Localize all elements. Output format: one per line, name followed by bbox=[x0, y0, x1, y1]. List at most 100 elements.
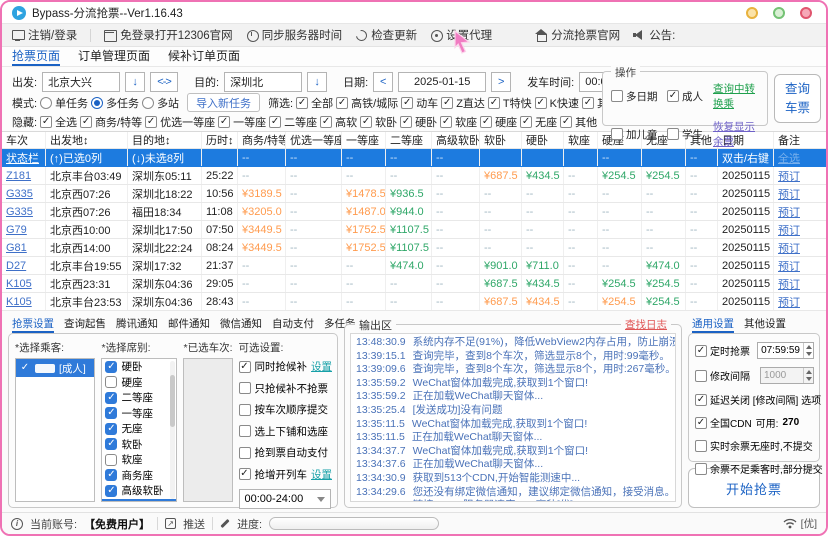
table-row[interactable]: K105北京丰台23:53深圳东04:3628:43----------¥687… bbox=[2, 293, 826, 311]
seat-class-item[interactable]: 一等座 bbox=[102, 406, 176, 422]
minimize-button[interactable] bbox=[746, 7, 758, 19]
hide-column-checkbox[interactable]: 一等座 bbox=[218, 114, 266, 130]
transfer-query-link[interactable]: 查询中转换乘 bbox=[713, 81, 761, 111]
seat-class-item[interactable]: 软座 bbox=[102, 452, 176, 468]
hide-column-checkbox[interactable]: 优选一等座 bbox=[145, 114, 215, 130]
scrollbar[interactable] bbox=[170, 361, 175, 499]
column-header[interactable]: 备注 bbox=[774, 132, 826, 148]
student-checkbox[interactable]: 学生 bbox=[667, 127, 713, 142]
from-input[interactable]: 北京大兴 bbox=[42, 72, 120, 92]
grab-option-checkbox[interactable]: 抢增开列车 设置 bbox=[239, 467, 333, 482]
grab-option-checkbox[interactable]: 按车次顺序提交 bbox=[239, 402, 333, 417]
seat-class-item[interactable]: 硬座 bbox=[102, 375, 176, 391]
date-input[interactable]: 2025-01-15 bbox=[398, 72, 486, 92]
settings-tab[interactable]: 其他设置 bbox=[744, 316, 786, 333]
page-tab[interactable]: 候补订单页面 bbox=[168, 47, 240, 66]
table-row[interactable]: G81北京西14:00深圳北22:2408:24¥3449.5--¥1752.5… bbox=[2, 239, 826, 257]
option-settings-link[interactable]: 设置 bbox=[311, 359, 332, 374]
seat-class-item[interactable]: 高级软卧 bbox=[102, 483, 176, 499]
hide-column-checkbox[interactable]: 高软 bbox=[320, 114, 357, 130]
table-row[interactable]: Z181北京丰台03:49深圳东05:1125:22----------¥687… bbox=[2, 167, 826, 185]
hide-column-checkbox[interactable]: 硬座 bbox=[480, 114, 517, 130]
find-log-link[interactable]: 查找日志 bbox=[621, 317, 671, 332]
seat-class-listbox[interactable]: 硬卧 硬座 二等座 bbox=[101, 358, 177, 502]
interval-spinner[interactable]: 1000 bbox=[760, 367, 814, 384]
menu-item[interactable]: 公告: bbox=[633, 27, 675, 43]
settings-tab[interactable]: 微信通知 bbox=[220, 316, 262, 333]
settings-tab[interactable]: 邮件通知 bbox=[168, 316, 210, 333]
adult-checkbox[interactable]: 成人 bbox=[667, 89, 713, 104]
multi-date-checkbox[interactable]: 多日期 bbox=[611, 89, 667, 104]
child-checkbox[interactable]: 加儿童 bbox=[611, 127, 667, 142]
timed-grab-checkbox[interactable]: 定时抢票 bbox=[695, 343, 750, 358]
menu-item[interactable]: 免登录打开12306官网 bbox=[104, 27, 232, 43]
mode-radio[interactable]: 单任务 bbox=[40, 95, 88, 111]
timed-grab-spinner[interactable]: 07:59:59 bbox=[757, 342, 814, 359]
settings-tab[interactable]: 腾讯通知 bbox=[116, 316, 158, 333]
column-header[interactable]: 二等座 bbox=[386, 132, 432, 148]
table-row[interactable]: G79北京西10:00深圳北17:5007:50¥3449.5--¥1752.5… bbox=[2, 221, 826, 239]
mode-radio[interactable]: 多任务 bbox=[91, 95, 139, 111]
swap-stations-button[interactable]: <-> bbox=[150, 72, 178, 92]
menu-item[interactable]: 同步服务器时间 bbox=[246, 27, 343, 43]
menu-item[interactable]: 分流抢票官网 bbox=[535, 27, 620, 43]
hide-column-checkbox[interactable]: 商务/特等 bbox=[80, 114, 142, 130]
hide-column-checkbox[interactable]: 软卧 bbox=[360, 114, 397, 130]
from-dropdown-button[interactable]: ↓ bbox=[125, 72, 145, 92]
train-type-checkbox[interactable]: 高铁/城际 bbox=[336, 95, 398, 111]
column-header[interactable]: 高级软卧 bbox=[432, 132, 480, 148]
column-header[interactable]: 硬卧 bbox=[522, 132, 564, 148]
to-dropdown-button[interactable]: ↓ bbox=[307, 72, 327, 92]
column-header[interactable]: 优选一等座 bbox=[286, 132, 342, 148]
push-label[interactable]: 推送 bbox=[183, 516, 205, 532]
maximize-button[interactable] bbox=[773, 7, 785, 19]
column-header[interactable]: 车次 bbox=[2, 132, 46, 148]
seat-class-item[interactable]: 软卧 bbox=[102, 437, 176, 453]
settings-tab[interactable]: 抢票设置 bbox=[12, 316, 54, 333]
train-type-checkbox[interactable]: 全部 bbox=[296, 95, 333, 111]
hide-column-checkbox[interactable]: 硬卧 bbox=[400, 114, 437, 130]
column-header[interactable]: 出发地↕ bbox=[46, 132, 128, 148]
menu-item[interactable]: 注销/登录 bbox=[12, 27, 77, 43]
date-prev-button[interactable]: < bbox=[373, 72, 393, 92]
column-header[interactable]: 一等座 bbox=[342, 132, 386, 148]
column-header[interactable]: 商务/特等 bbox=[238, 132, 286, 148]
seat-class-item[interactable]: 商务座 bbox=[102, 468, 176, 484]
hide-column-checkbox[interactable]: 无座 bbox=[520, 114, 557, 130]
settings-tab[interactable]: 通用设置 bbox=[692, 316, 734, 333]
table-row[interactable]: D27北京丰台19:55深圳17:3221:37------¥474.0--¥9… bbox=[2, 257, 826, 275]
import-task-button[interactable]: 导入新任务 bbox=[187, 93, 260, 112]
train-type-checkbox[interactable]: K快速 bbox=[535, 95, 579, 111]
seat-class-item[interactable]: 优选一等座 bbox=[102, 499, 176, 503]
hide-column-checkbox[interactable]: 二等座 bbox=[269, 114, 317, 130]
column-header[interactable]: 历时↕ bbox=[202, 132, 238, 148]
table-row[interactable]: 状态栏(↑)已选0列(↓)未选8列--------------双击/右键全选 bbox=[2, 149, 826, 167]
grab-time-range-select[interactable]: 00:00-24:00 bbox=[239, 489, 331, 509]
passenger-listbox[interactable]: [成人] bbox=[15, 358, 95, 502]
to-input[interactable]: 深圳北 bbox=[224, 72, 302, 92]
menu-item[interactable]: 设置代理 bbox=[430, 27, 492, 43]
hide-column-checkbox[interactable]: 全选 bbox=[40, 114, 77, 130]
column-header[interactable]: 软卧 bbox=[480, 132, 522, 148]
seat-class-item[interactable]: 二等座 bbox=[102, 390, 176, 406]
restore-tickets-link[interactable]: 恢复显示余票 bbox=[713, 119, 761, 149]
train-type-checkbox[interactable]: T特快 bbox=[488, 95, 532, 111]
grab-option-checkbox[interactable]: 只抢候补不抢票 bbox=[239, 381, 333, 396]
cdn-checkbox[interactable]: 全国CDN bbox=[695, 415, 752, 430]
menu-item[interactable]: 检查更新 bbox=[355, 27, 417, 43]
page-tab[interactable]: 抢票页面 bbox=[12, 47, 60, 66]
grab-option-checkbox[interactable]: 同时抢候补 设置 bbox=[239, 359, 333, 374]
log-output[interactable]: 13:48:30.9系统内存不足(91%)，降低WebView2内存占用，防止崩… bbox=[350, 333, 676, 502]
table-row[interactable]: G335北京西07:26福田18:3411:08¥3205.0--¥1487.0… bbox=[2, 203, 826, 221]
table-row[interactable]: G335北京西07:26深圳北18:2210:56¥3189.5--¥1478.… bbox=[2, 185, 826, 203]
train-type-checkbox[interactable]: Z直达 bbox=[441, 95, 485, 111]
interval-checkbox[interactable]: 修改间隔 bbox=[695, 368, 750, 383]
hide-column-checkbox[interactable]: 其他 bbox=[560, 114, 597, 130]
column-header[interactable]: 目的地↕ bbox=[128, 132, 202, 148]
partial-submit-checkbox[interactable]: 余票不足乘客时,部分提交 bbox=[695, 461, 823, 476]
grab-option-checkbox[interactable]: 选上下铺和选座 bbox=[239, 424, 333, 439]
no-standing-checkbox[interactable]: 实时余票无座时,不提交 bbox=[695, 438, 813, 453]
table-row[interactable]: K105北京西23:31深圳东04:3629:05----------¥687.… bbox=[2, 275, 826, 293]
grab-option-checkbox[interactable]: 抢到票自动支付 bbox=[239, 445, 333, 460]
delay-close-checkbox[interactable]: 延迟关闭 [修改间隔] 选项 bbox=[695, 392, 821, 407]
